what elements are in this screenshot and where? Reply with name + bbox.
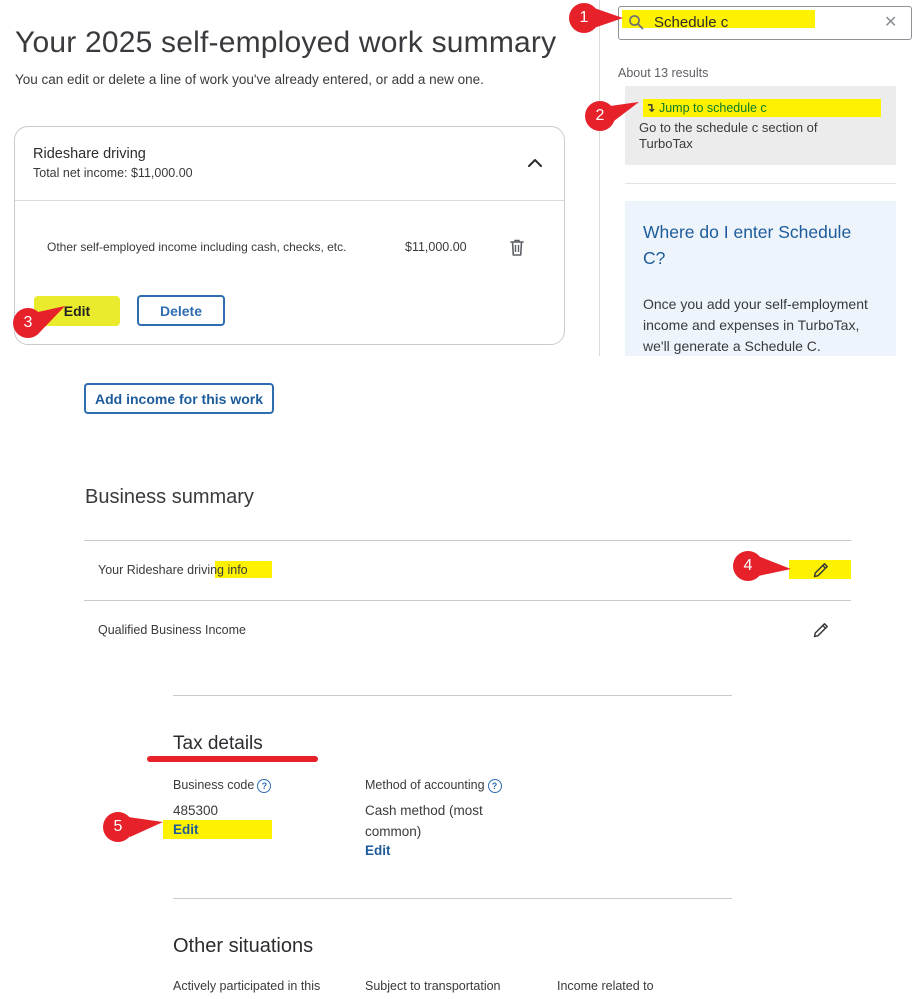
pencil-icon[interactable] — [811, 620, 831, 640]
help-article-body: Once you add your self-employment income… — [643, 296, 868, 354]
work-net-income: Total net income: $11,000.00 — [33, 166, 193, 180]
add-income-button[interactable]: Add income for this work — [84, 383, 274, 414]
results-count: About 13 results — [618, 66, 709, 80]
sidebar-divider — [599, 0, 600, 356]
callout-marker-5: 5 — [100, 810, 163, 844]
divider — [173, 898, 732, 899]
jump-arrow-icon: ↴ — [645, 101, 656, 115]
sidebar-separator — [625, 183, 896, 184]
divider — [84, 540, 851, 541]
method-label: Method of accounting? — [365, 778, 502, 793]
business-code-value: 485300 — [173, 803, 219, 818]
pencil-icon[interactable] — [811, 560, 831, 580]
tax-details-title: Tax details — [173, 733, 263, 754]
result-description: Go to the schedule c section of TurboTax — [639, 120, 818, 151]
callout-marker-2: 2 — [582, 99, 639, 133]
search-query[interactable]: Schedule c — [654, 14, 728, 31]
income-line-label: Other self-employed income including cas… — [47, 240, 347, 254]
business-code-label: Business code? — [173, 778, 272, 793]
annotation-underline — [147, 756, 318, 762]
close-icon[interactable]: ✕ — [884, 12, 897, 32]
edit-method-link[interactable]: Edit — [365, 843, 391, 858]
callout-number: 1 — [579, 9, 589, 26]
callout-marker-1: 1 — [568, 1, 623, 35]
chevron-up-icon[interactable] — [526, 154, 544, 172]
delete-work-button[interactable]: Delete — [137, 295, 225, 326]
jump-to-schedule-c-link[interactable]: ↴ Jump to schedule c — [645, 100, 767, 115]
trash-icon[interactable] — [506, 236, 528, 258]
method-value: Cash method (most common) — [365, 803, 483, 839]
work-title: Rideshare driving — [33, 146, 146, 162]
method-label-text: Method of accounting — [365, 778, 485, 792]
callout-number: 5 — [113, 818, 123, 835]
callout-marker-4: 4 — [730, 549, 791, 583]
callout-number: 3 — [23, 314, 33, 331]
other-situations-title: Other situations — [173, 935, 314, 957]
help-icon[interactable]: ? — [257, 778, 272, 793]
result-link-label: Jump to schedule c — [658, 101, 767, 115]
page-subtitle: You can edit or delete a line of work yo… — [15, 72, 484, 87]
callout-number: 2 — [595, 107, 605, 124]
help-article-title[interactable]: Where do I enter Schedule C? — [643, 219, 873, 271]
card-divider — [15, 200, 564, 201]
situation-active-participation: Actively participated in this — [173, 979, 321, 993]
callout-marker-3: 3 — [8, 306, 65, 340]
business-code-label-text: Business code — [173, 778, 255, 792]
edit-business-code-link[interactable]: Edit — [173, 822, 199, 837]
situation-income-related: Income related to — [557, 979, 654, 993]
business-row-qbi: Qualified Business Income — [98, 623, 246, 637]
income-line-amount: $11,000.00 — [405, 240, 467, 254]
callout-number: 4 — [743, 557, 753, 574]
divider — [84, 600, 851, 601]
business-summary-title: Business summary — [85, 486, 254, 508]
help-icon[interactable]: ? — [487, 778, 502, 793]
divider — [173, 695, 732, 696]
business-row-rideshare: Your Rideshare driving info — [98, 563, 248, 577]
search-icon — [628, 14, 644, 30]
situation-transportation: Subject to transportation — [365, 979, 501, 993]
page-title: Your 2025 self-employed work summary — [15, 26, 557, 59]
